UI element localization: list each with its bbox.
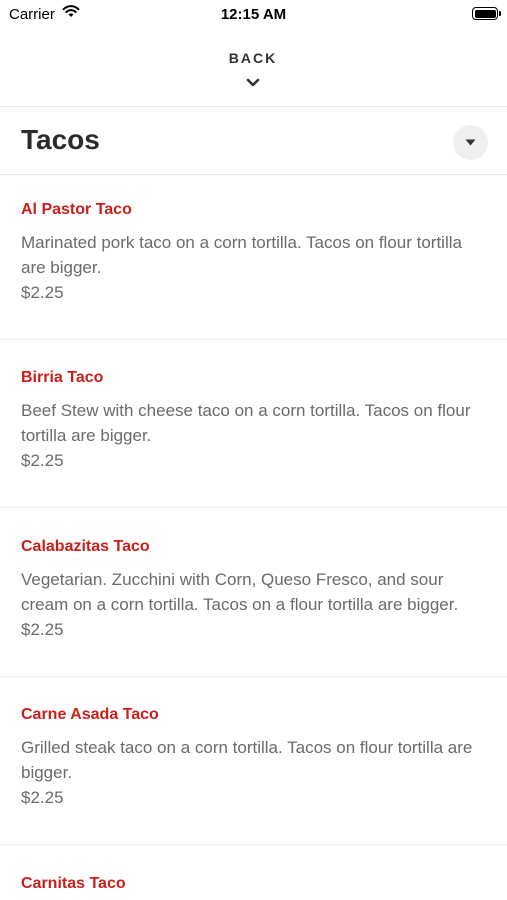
- item-price: $2.25: [21, 620, 64, 639]
- item-name: Carnitas Taco: [21, 875, 126, 892]
- chevron-down-icon: [246, 74, 260, 92]
- item-price: $2.25: [21, 788, 64, 807]
- item-description: Beef Stew with cheese taco on a corn tor…: [21, 401, 471, 445]
- battery-tip: [499, 11, 501, 16]
- menu-item[interactable]: Al Pastor Taco Marinated pork taco on a …: [0, 171, 507, 340]
- menu-item[interactable]: Carne Asada Taco Grilled steak taco on a…: [0, 676, 507, 845]
- section-dropdown-button[interactable]: [453, 125, 488, 160]
- item-name: Al Pastor Taco: [21, 201, 132, 218]
- status-bar: Carrier 12:15 AM: [0, 0, 507, 28]
- item-name: Birria Taco: [21, 369, 104, 386]
- item-description: Marinated pork taco on a corn tortilla. …: [21, 233, 462, 277]
- menu-item[interactable]: Carnitas Taco: [0, 845, 507, 900]
- item-description: Grilled steak taco on a corn tortilla. T…: [21, 738, 473, 782]
- item-name: Carne Asada Taco: [21, 706, 159, 723]
- menu-item[interactable]: Calabazitas Taco Vegetarian. Zucchini wi…: [0, 508, 507, 677]
- header-divider: [0, 106, 507, 107]
- item-price: $2.25: [21, 283, 64, 302]
- item-price: $2.25: [21, 451, 64, 470]
- caret-down-icon: [465, 139, 476, 146]
- menu-item[interactable]: Birria Taco Beef Stew with cheese taco o…: [0, 339, 507, 508]
- back-label: BACK: [228, 50, 278, 66]
- item-name: Calabazitas Taco: [21, 538, 150, 555]
- clock: 12:15 AM: [220, 6, 287, 23]
- battery-icon: [472, 7, 498, 20]
- item-description: Vegetarian. Zucchini with Corn, Queso Fr…: [21, 570, 459, 614]
- section-title: Tacos: [21, 124, 100, 155]
- back-button[interactable]: BACK: [203, 44, 303, 96]
